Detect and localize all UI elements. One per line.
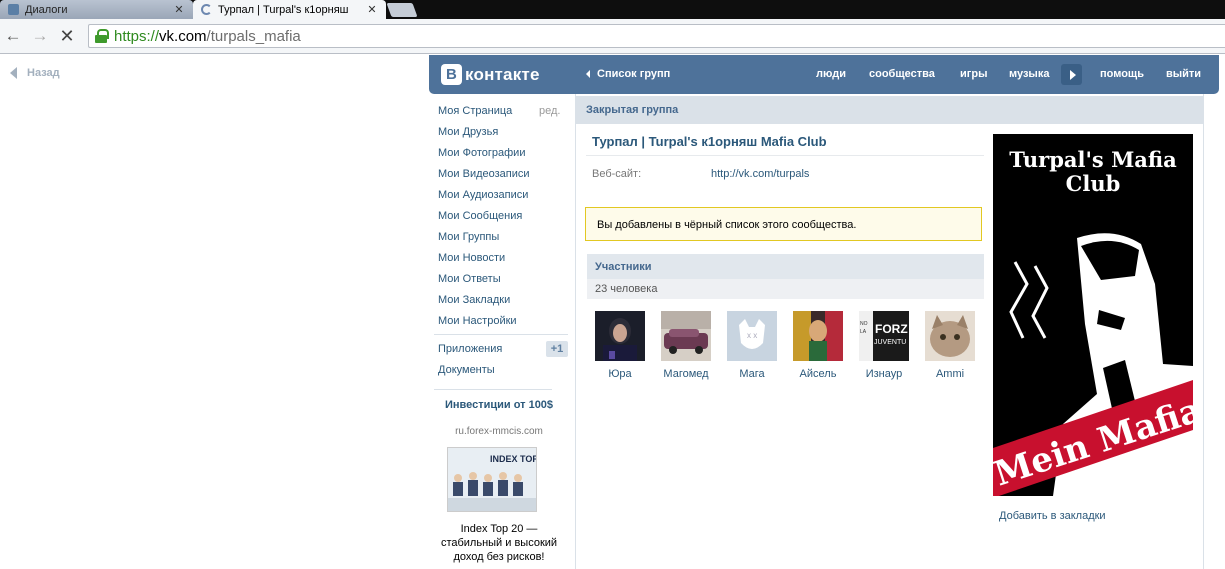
nav-people[interactable]: люди: [816, 68, 846, 80]
new-tab-button[interactable]: [386, 3, 418, 17]
back-triangle-icon: [10, 67, 17, 79]
menu-videos[interactable]: Мои Видеозаписи: [438, 168, 530, 180]
member-avatar[interactable]: [661, 311, 711, 361]
member-item[interactable]: Юра: [587, 311, 653, 380]
website-link[interactable]: http://vk.com/turpals: [711, 168, 809, 180]
close-icon[interactable]: ✕: [366, 3, 378, 16]
ad-image[interactable]: INDEX TOP 20: [447, 447, 537, 512]
closed-group-bar: Закрытая группа: [576, 96, 1203, 124]
tab-title: Диалоги: [25, 3, 68, 16]
vk-logo-text: контакте: [465, 64, 540, 84]
member-name[interactable]: Изнаур: [851, 368, 917, 380]
ad-image-text: INDEX TOP 20: [490, 454, 537, 464]
member-name[interactable]: Мага: [719, 368, 785, 380]
nav-help[interactable]: помощь: [1100, 68, 1144, 80]
member-name[interactable]: Магомед: [653, 368, 719, 380]
group-list-label: Список групп: [597, 68, 671, 80]
content-border-left: [575, 94, 576, 569]
url-host: vk.com: [159, 27, 207, 45]
group-list-link[interactable]: Список групп: [586, 68, 670, 80]
website-label: Веб-сайт:: [592, 168, 642, 180]
vk-favicon-icon: [8, 4, 19, 15]
loading-spinner-icon: [201, 4, 212, 15]
group-avatar[interactable]: Turpal's Mafia Club Mein Mafia: [993, 134, 1193, 496]
nav-logout[interactable]: выйти: [1166, 68, 1201, 80]
nav-games[interactable]: игры: [960, 68, 987, 80]
member-item[interactable]: Ammi: [917, 311, 983, 380]
blacklist-notice: Вы добавлены в чёрный список этого сообщ…: [585, 207, 982, 241]
svg-text:FORZ: FORZ: [875, 322, 908, 336]
ad-domain: ru.forex-mmcis.com: [455, 426, 543, 437]
browser-tab-strip: Диалоги ✕ Турпал | Turpal's к1орняш ✕: [0, 0, 1225, 19]
stop-icon[interactable]: ✕: [57, 26, 77, 46]
menu-news[interactable]: Мои Новости: [438, 252, 505, 264]
menu-divider: [434, 334, 568, 335]
lock-icon: [95, 29, 109, 43]
tab-dialogs[interactable]: Диалоги ✕: [0, 0, 193, 19]
chevron-left-icon: [586, 70, 590, 78]
menu-photos[interactable]: Мои Фотографии: [438, 147, 525, 159]
ad-title[interactable]: Инвестиции от 100$: [436, 398, 562, 412]
tab-title: Турпал | Turpal's к1орняш: [218, 3, 349, 16]
tab-group[interactable]: Турпал | Turpal's к1орняш ✕: [193, 0, 386, 19]
group-title: Турпал | Turpal's к1орняш Mafia Club: [592, 134, 827, 149]
nav-music[interactable]: музыка: [1009, 68, 1049, 80]
menu-edit-link[interactable]: ред.: [539, 105, 560, 117]
url-path: /turpals_mafia: [206, 27, 301, 45]
member-name[interactable]: Ammi: [917, 368, 983, 380]
member-avatar[interactable]: [925, 311, 975, 361]
menu-messages[interactable]: Мои Сообщения: [438, 210, 522, 222]
menu-divider: [434, 389, 552, 390]
vk-logo-icon: В: [441, 64, 462, 85]
member-avatar[interactable]: x x: [727, 311, 777, 361]
member-avatar[interactable]: [793, 311, 843, 361]
content-border-right: [1203, 94, 1204, 569]
member-name[interactable]: Юра: [587, 368, 653, 380]
forward-arrow-icon[interactable]: →: [30, 26, 50, 46]
add-bookmark-link[interactable]: Добавить в закладки: [999, 510, 1106, 522]
member-avatar[interactable]: [595, 311, 645, 361]
title-divider: [586, 155, 984, 156]
menu-documents[interactable]: Документы: [438, 364, 495, 376]
close-icon[interactable]: ✕: [173, 3, 185, 16]
svg-text:LA: LA: [860, 329, 867, 335]
nav-communities[interactable]: сообщества: [869, 68, 935, 80]
apps-badge: +1: [546, 341, 568, 357]
menu-answers[interactable]: Мои Ответы: [438, 273, 501, 285]
menu-friends[interactable]: Мои Друзья: [438, 126, 498, 138]
back-arrow-icon[interactable]: ←: [3, 26, 23, 46]
vk-header: В контакте Список групп люди сообщества …: [429, 55, 1219, 94]
member-item[interactable]: Айсель: [785, 311, 851, 380]
back-link[interactable]: Назад: [10, 67, 60, 79]
menu-settings[interactable]: Мои Настройки: [438, 315, 517, 327]
svg-text:x x: x x: [747, 331, 757, 340]
menu-audio[interactable]: Мои Аудиозаписи: [438, 189, 528, 201]
member-item[interactable]: Магомед: [653, 311, 719, 380]
svg-text:JUVENTU: JUVENTU: [874, 339, 906, 346]
members-header[interactable]: Участники: [587, 254, 984, 279]
url-scheme: https://: [114, 27, 160, 45]
play-icon[interactable]: [1061, 64, 1082, 85]
menu-apps[interactable]: Приложения: [438, 343, 502, 355]
browser-toolbar: ← → ✕ https://vk.com/turpals_mafia: [0, 19, 1225, 54]
members-count[interactable]: 23 человека: [587, 279, 984, 299]
svg-text:NO: NO: [860, 321, 868, 327]
address-bar[interactable]: https://vk.com/turpals_mafia: [88, 24, 1225, 48]
menu-bookmarks[interactable]: Мои Закладки: [438, 294, 510, 306]
vk-logo[interactable]: В контакте: [441, 64, 540, 85]
ad-text[interactable]: Index Top 20 — стабильный и высокий дохо…: [436, 522, 562, 564]
back-label: Назад: [27, 67, 60, 79]
member-item[interactable]: x x Мага: [719, 311, 785, 380]
member-name[interactable]: Айсель: [785, 368, 851, 380]
menu-my-page[interactable]: Моя Страница: [438, 105, 512, 117]
member-avatar[interactable]: FORZ JUVENTU NO LA: [859, 311, 909, 361]
menu-groups[interactable]: Мои Группы: [438, 231, 499, 243]
member-item[interactable]: FORZ JUVENTU NO LA Изнаур: [851, 311, 917, 380]
